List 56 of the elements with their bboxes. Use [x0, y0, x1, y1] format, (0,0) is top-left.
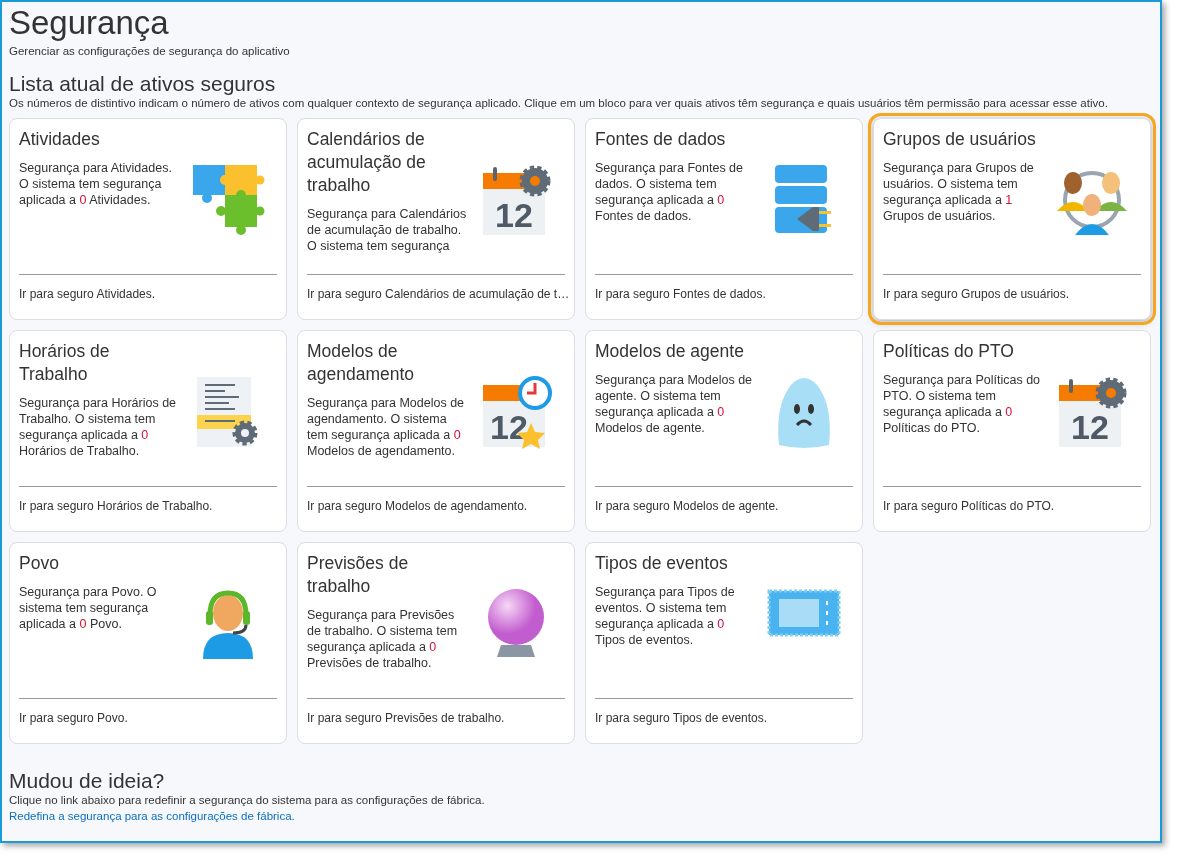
- card-link[interactable]: Ir para seguro Fontes de dados.: [595, 287, 766, 301]
- card-link[interactable]: Ir para seguro Previsões de trabalho.: [307, 711, 505, 725]
- asset-card[interactable]: Previsões de trabalho Segurança para Previsões de trabalho. O sistema tem segurança aplicada a 0 Previsões de trabalho. Ir para seguro Previsões de trabalho.: [297, 542, 575, 744]
- asset-card[interactable]: Povo Segurança para Povo. O sistema tem segurança aplicada a 0 Povo. Ir para seguro Povo.: [9, 542, 287, 744]
- card-link[interactable]: Ir para seguro Atividades.: [19, 287, 156, 301]
- calendar-gear-icon: [1059, 377, 1127, 447]
- page-title: Segurança: [9, 4, 170, 42]
- ticket-icon: [767, 587, 841, 639]
- card-description: Segurança para Atividades. O sistema tem segurança aplicada a 0 Atividades.: [19, 160, 173, 208]
- card-description: Segurança para Fontes de dados. O sistema tem segurança aplicada a 0 Fontes de dados.: [595, 160, 745, 224]
- card-title: Atividades: [19, 128, 101, 151]
- asset-card[interactable]: Fontes de dados Segurança para Fontes de dados. O sistema tem segurança aplicada a 0 Fontes de dados. Ir para seguro Fontes de dados.: [585, 118, 863, 320]
- section-description: Clique no link abaixo para redefinir a segurança do sistema para as configurações de fábrica.: [9, 794, 486, 806]
- asset-card[interactable]: Tipos de eventos Segurança para Tipos de eventos. O sistema tem segurança aplicada a 0 Tipos de eventos. Ir para seguro Tipos de eventos.: [585, 542, 863, 744]
- calendar-clock-icon: [483, 376, 552, 447]
- card-link[interactable]: Ir para seguro Horários de Trabalho.: [19, 499, 213, 513]
- card-title: Políticas do PTO: [883, 340, 1015, 363]
- card-link[interactable]: Ir para seguro Tipos de eventos.: [595, 711, 768, 725]
- calendar-day-number: 12: [495, 196, 533, 234]
- card-title: Horários de Trabalho: [19, 340, 111, 386]
- card-link[interactable]: Ir para seguro Modelos de agendamento.: [307, 499, 528, 513]
- card-title: Povo: [19, 552, 60, 575]
- card-link[interactable]: Ir para seguro Políticas do PTO.: [883, 499, 1055, 513]
- card-link[interactable]: Ir para seguro Calendários de acumulação de t…: [307, 287, 570, 301]
- section-heading: Lista atual de ativos seguros: [9, 72, 277, 96]
- asset-card[interactable]: Horários de Trabalho Segurança para Horários de Trabalho. O sistema tem segurança aplicada a 0 Horários de Trabalho. Ir para seguro Horários de Trabalho.: [9, 330, 287, 532]
- card-description: Segurança para Grupos de usuários. O sistema tem segurança aplicada a 1 Grupos de usuários.: [883, 160, 1035, 224]
- calendar-gear-icon: [483, 165, 551, 235]
- card-link[interactable]: Ir para seguro Povo.: [19, 711, 128, 725]
- card-description: Segurança para Povo. O sistema tem segurança aplicada a 0 Povo.: [19, 584, 158, 632]
- page-subtitle: Gerenciar as configurações de segurança do aplicativo: [9, 45, 291, 57]
- card-title: Calendários de acumulação de trabalho: [307, 128, 427, 197]
- card-title: Fontes de dados: [595, 128, 727, 151]
- asset-card[interactable]: Calendários de acumulação de trabalho Segurança para Calendários de acumulação de trabalho. O sistema tem segurança 12 Ir para seguro Calendários de acumulação de t…: [297, 118, 575, 320]
- card-description: Segurança para Tipos de eventos. O sistema tem segurança aplicada a 0 Tipos de eventos.: [595, 584, 736, 648]
- section-description: Os números de distintivo indicam o número de ativos com qualquer contexto de segurança aplicado. Clique em um bloco para ver quais ativos têm segurança e quais usuários têm permissão para acessar esse ativo.: [9, 97, 1109, 109]
- card-description: Segurança para Previsões de trabalho. O sistema tem segurança aplicada a 0 Previsões de trabalho.: [307, 607, 459, 671]
- card-description: Segurança para Horários de Trabalho. O sistema tem segurança aplicada a 0 Horários de Trabalho.: [19, 395, 178, 459]
- card-title: Modelos de agendamento: [307, 340, 416, 386]
- asset-card[interactable]: Modelos de agente Segurança para Modelos de agente. O sistema tem segurança aplicada a 0 Modelos de agente. Ir para seguro Modelos de agente.: [585, 330, 863, 532]
- asset-card[interactable]: Atividades Segurança para Atividades. O sistema tem segurança aplicada a 0 Atividades. Ir para seguro Atividades.: [9, 118, 287, 320]
- card-title: Tipos de eventos: [595, 552, 729, 575]
- card-title: Grupos de usuários: [883, 128, 1037, 151]
- puzzle-icon: [191, 163, 265, 237]
- section-heading: Mudou de ideia?: [9, 769, 166, 793]
- card-link[interactable]: Ir para seguro Modelos de agente.: [595, 499, 779, 513]
- card-title: Modelos de agente: [595, 340, 745, 363]
- card-description: Segurança para Modelos de agendamento. O sistema tem segurança aplicada a 0 Modelos de agendamento.: [307, 395, 466, 459]
- calendar-day-number: 12: [1071, 408, 1109, 446]
- card-description: Segurança para Calendários de acumulação de trabalho. O sistema tem segurança: [307, 206, 467, 254]
- card-link[interactable]: Ir para seguro Grupos de usuários.: [883, 287, 1070, 301]
- card-description: Segurança para Políticas do PTO. O sistema tem segurança aplicada a 0 Políticas do PTO.: [883, 372, 1042, 436]
- reset-link[interactable]: Redefina a segurança para as configurações de fábrica.: [9, 810, 295, 822]
- card-description: Segurança para Modelos de agente. O sistema tem segurança aplicada a 0 Modelos de agente.: [595, 372, 754, 436]
- asset-card[interactable]: Políticas do PTO Segurança para Políticas do PTO. O sistema tem segurança aplicada a 0 Políticas do PTO. 12 Ir para seguro Políticas do PTO.: [873, 330, 1151, 532]
- card-title: Previsões de trabalho: [307, 552, 410, 598]
